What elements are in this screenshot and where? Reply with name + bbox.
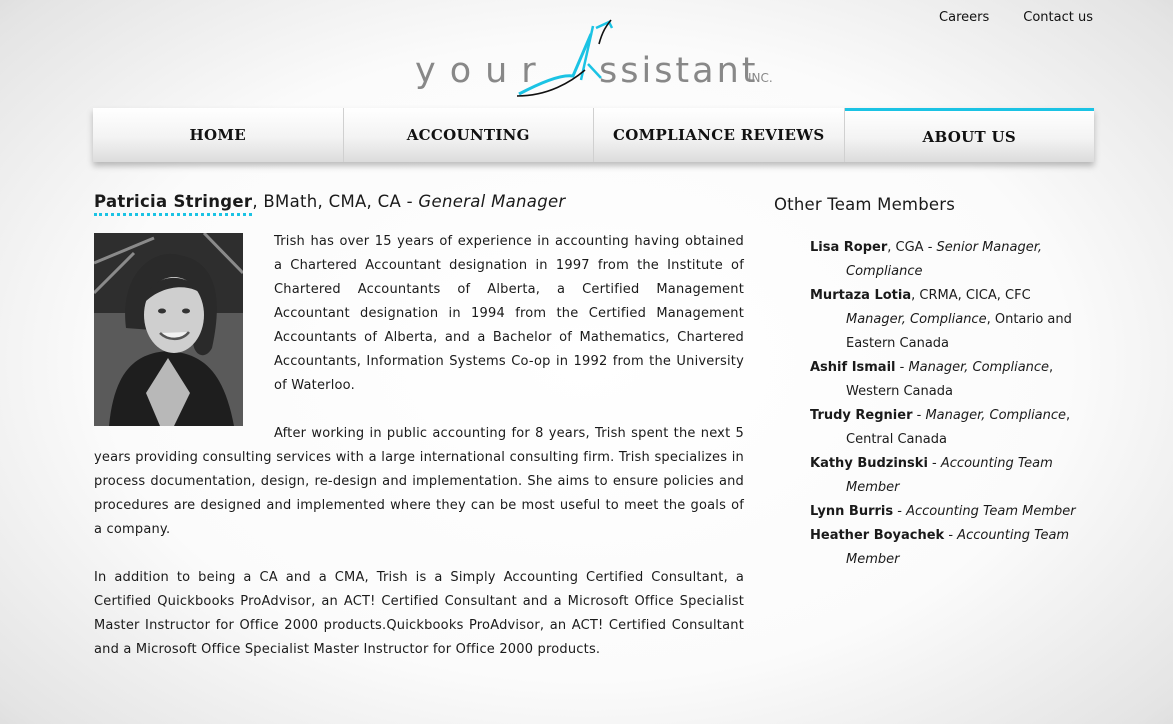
bio-paragraph: In addition to being a CA and a CMA, Tri… [94,570,744,657]
member-separator: - [895,360,909,375]
team-member: Kathy Budzinski - Accounting Team Member [774,452,1094,500]
profile-name: Patricia Stringer [94,192,253,216]
member-separator: - [944,528,958,543]
bio-paragraph: After working in public accounting for 8… [94,426,744,537]
logo-text-inc: INC. [748,71,773,85]
member-separator: , CGA - [887,240,937,255]
member-separator: - [927,456,941,471]
logo-text-your: your [415,51,550,91]
member-name: Ashif Ismail [810,360,896,375]
nav-accounting[interactable]: ACCOUNTING [343,108,594,162]
member-title: Accounting Team Member [906,504,1076,519]
member-separator: - [912,408,926,423]
logo-text-ssistant: ssistant [599,51,759,91]
member-name: Kathy Budzinski [810,456,928,471]
member-title: Manager, Compliance [925,408,1067,423]
contact-us-link[interactable]: Contact us [1023,10,1093,25]
profile-title: General Manager [418,192,566,211]
member-name: Trudy Regnier [810,408,913,423]
team-member: Ashif Ismail - Manager, Compliance, West… [774,356,1094,404]
team-member: Trudy Regnier - Manager, Compliance, Cen… [774,404,1094,452]
team-member: Lisa Roper, CGA - Senior Manager, Compli… [774,236,1094,284]
member-separator: - [893,504,907,519]
member-name: Lisa Roper [810,240,888,255]
nav-home[interactable]: HOME [93,108,344,162]
member-separator: , CRMA, CICA, CFC [911,288,1031,303]
member-name: Murtaza Lotia [810,288,912,303]
profile-heading: Patricia Stringer, BMath, CMA, CA - Gene… [94,192,744,222]
portrait-photo [94,233,243,426]
member-title: Manager, Compliance [908,360,1050,375]
logo[interactable]: your ssistant INC. [413,14,778,100]
team-sidebar: Other Team Members Lisa Roper, CGA - Sen… [774,192,1094,572]
nav-about-us[interactable]: ABOUT US [844,108,1094,162]
member-name: Lynn Burris [810,504,894,519]
team-member: Murtaza Lotia, CRMA, CICA, CFC Manager, … [774,284,1094,356]
main-nav: HOME ACCOUNTING COMPLIANCE REVIEWS ABOUT… [93,108,1094,162]
team-member: Heather Boyachek - Accounting Team Membe… [774,524,1094,572]
team-heading: Other Team Members [774,195,956,214]
top-links: Careers Contact us [939,10,1093,25]
team-member: Lynn Burris - Accounting Team Member [774,500,1094,524]
profile-section: Patricia Stringer, BMath, CMA, CA - Gene… [94,192,744,662]
careers-link[interactable]: Careers [939,10,989,25]
profile-credentials: , BMath, CMA, CA - [252,192,419,211]
member-title: Manager, Compliance [846,312,987,327]
nav-compliance-reviews[interactable]: COMPLIANCE REVIEWS [594,108,845,162]
member-name: Heather Boyachek [810,528,945,543]
